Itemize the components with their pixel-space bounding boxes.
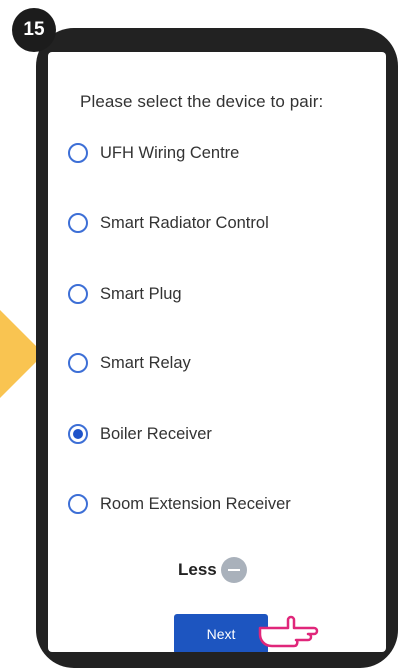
less-label: Less [178,560,217,579]
option-label: Boiler Receiver [100,424,212,443]
option-label: Smart Relay [100,353,191,372]
option-label: Smart Plug [100,284,182,303]
less-toggle[interactable]: Less [178,557,247,583]
option-ufh-wiring-centre[interactable]: UFH Wiring Centre [68,139,239,167]
step-number-badge: 15 [12,8,56,52]
option-smart-relay[interactable]: Smart Relay [68,349,191,377]
option-smart-radiator-control[interactable]: Smart Radiator Control [68,209,269,237]
app-screen: Please select the device to pair: UFH Wi… [48,52,386,652]
collapse-minus-icon[interactable] [220,557,247,583]
page-title: Please select the device to pair: [80,92,324,111]
option-label: UFH Wiring Centre [100,143,240,162]
pointing-hand-icon [258,615,319,648]
option-room-extension-receiver[interactable]: Room Extension Receiver [68,490,291,518]
radio-icon[interactable] [68,353,88,373]
radio-icon[interactable] [68,494,88,514]
radio-selected-icon[interactable] [68,424,88,444]
option-label: Smart Radiator Control [100,213,269,232]
radio-icon[interactable] [68,213,88,233]
radio-icon[interactable] [68,284,88,304]
option-boiler-receiver[interactable]: Boiler Receiver [68,420,212,448]
option-smart-plug[interactable]: Smart Plug [68,280,182,308]
option-label: Room Extension Receiver [100,494,291,513]
radio-icon[interactable] [68,143,88,163]
